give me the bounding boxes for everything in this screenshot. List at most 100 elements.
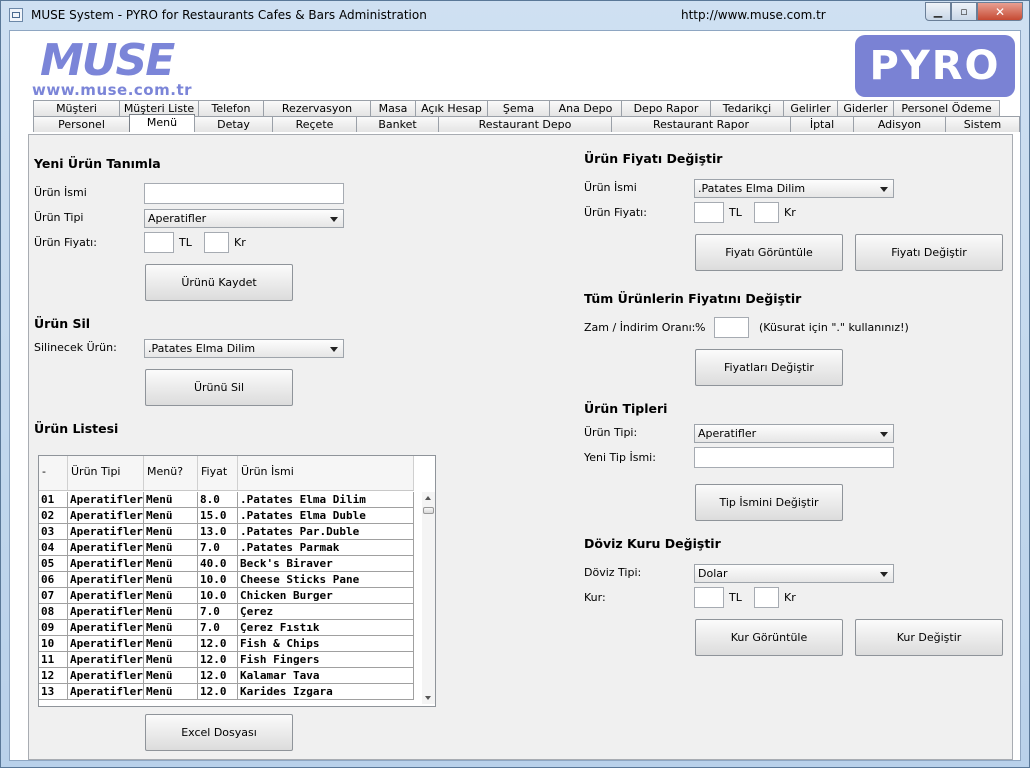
table-cell: 12 — [39, 668, 68, 683]
table-cell: Aperatifler — [70, 572, 144, 587]
change-price-button[interactable]: Fiyatı Değiştir — [855, 234, 1003, 271]
table-row[interactable]: 01 Aperatifler Menü 8.0 .Patates Elma Dilim — [39, 492, 414, 508]
delete-product-label: Silinecek Ürün: — [34, 341, 117, 354]
tab-bar: Müşteri Müşteri Liste Telefon Rezervasyon Ma… — [33, 100, 1020, 134]
tab-müşteri[interactable]: Müşteri — [33, 100, 120, 116]
table-cell: Menü — [144, 620, 198, 635]
rate-hint: (Küsurat için "." kullanınız!) — [759, 321, 909, 334]
table-cell: 06 — [39, 572, 68, 587]
rate-label: Zam / İndirim Oranı: — [584, 321, 696, 334]
minimize-button[interactable]: ▁ — [925, 2, 951, 21]
tab-detay[interactable]: Detay — [194, 116, 273, 132]
table-row[interactable]: 04 Aperatifler Menü 7.0 .Patates Parmak — [39, 540, 414, 556]
table-row[interactable]: 09 Aperatifler Menü 7.0 Çerez Fıstık — [39, 620, 414, 636]
tab-rezervasyon[interactable]: Rezervasyon — [263, 100, 371, 116]
new-type-name-input[interactable] — [694, 447, 894, 468]
tab-banket[interactable]: Banket — [356, 116, 439, 132]
table-cell: Çerez Fıstık — [238, 620, 414, 635]
table-cell: 12.0 — [198, 652, 238, 667]
new-product-type-value: Aperatifler — [148, 212, 207, 225]
percent-label: % — [695, 321, 706, 334]
delete-product-button[interactable]: Ürünü Sil — [145, 369, 293, 406]
scroll-thumb[interactable] — [423, 507, 434, 514]
table-cell: Menü — [144, 684, 198, 699]
maximize-button[interactable]: ▫ — [951, 2, 977, 21]
currency-tl-input[interactable] — [694, 587, 724, 608]
tab-açık-hesap[interactable]: Açık Hesap — [415, 100, 488, 116]
table-cell: Aperatifler — [70, 588, 144, 603]
product-types-title: Ürün Tipleri — [584, 401, 668, 416]
close-button[interactable]: ✕ — [977, 2, 1023, 21]
currency-type-select[interactable]: Dolar — [694, 564, 894, 583]
tab-telefon[interactable]: Telefon — [198, 100, 264, 116]
rate-input[interactable] — [714, 317, 749, 338]
rename-type-button[interactable]: Tip İsmini Değiştir — [695, 484, 843, 521]
table-row[interactable]: 07 Aperatifler Menü 10.0 Chicken Burger — [39, 588, 414, 604]
table-cell: Fish Fingers — [238, 652, 414, 667]
table-cell: Menü — [144, 636, 198, 651]
table-cell: Cheese Sticks Pane — [238, 572, 414, 587]
scroll-down-icon[interactable] — [425, 696, 431, 700]
tab-restaurant-rapor[interactable]: Restaurant Rapor — [611, 116, 791, 132]
tab-masa[interactable]: Masa — [370, 100, 416, 116]
new-product-type-select[interactable]: Aperatifler — [144, 209, 344, 228]
tab-adisyon[interactable]: Adisyon — [853, 116, 946, 132]
change-price-name-select[interactable]: .Patates Elma Dilim — [694, 179, 894, 198]
table-row[interactable]: 06 Aperatifler Menü 10.0 Cheese Sticks Pane — [39, 572, 414, 588]
column-header[interactable]: Ürün Tipi — [68, 456, 144, 490]
table-row[interactable]: 10 Aperatifler Menü 12.0 Fish & Chips — [39, 636, 414, 652]
table-row[interactable]: 03 Aperatifler Menü 13.0 .Patates Par.Duble — [39, 524, 414, 540]
excel-button[interactable]: Excel Dosyası — [145, 714, 293, 751]
tab-şema[interactable]: Şema — [487, 100, 550, 116]
tab-tedarikçi[interactable]: Tedarikçi — [710, 100, 784, 116]
tab-ana-depo[interactable]: Ana Depo — [549, 100, 622, 116]
change-all-prices-button[interactable]: Fiyatları Değiştir — [695, 349, 843, 386]
table-scrollbar[interactable] — [422, 492, 435, 704]
muse-logo: MUSE — [40, 35, 175, 86]
table-cell: Karides Izgara — [238, 684, 414, 699]
new-product-tl-input[interactable] — [144, 232, 174, 253]
column-header[interactable]: Ürün İsmi — [238, 456, 414, 490]
table-row[interactable]: 11 Aperatifler Menü 12.0 Fish Fingers — [39, 652, 414, 668]
column-header[interactable]: Menü? — [144, 456, 198, 490]
table-cell: Kalamar Tava — [238, 668, 414, 683]
table-row[interactable]: 08 Aperatifler Menü 7.0 Çerez — [39, 604, 414, 620]
tab-reçete[interactable]: Reçete — [272, 116, 357, 132]
table-cell: Aperatifler — [70, 540, 144, 555]
table-cell: 12.0 — [198, 684, 238, 699]
new-product-kr-input[interactable] — [204, 232, 229, 253]
table-cell: Aperatifler — [70, 668, 144, 683]
save-product-button[interactable]: Ürünü Kaydet — [145, 264, 293, 301]
view-price-button[interactable]: Fiyatı Görüntüle — [695, 234, 843, 271]
currency-kr-input[interactable] — [754, 587, 779, 608]
title-bar[interactable]: MUSE System - PYRO for Restaurants Cafes… — [1, 1, 1029, 30]
table-cell: 05 — [39, 556, 68, 571]
tab-gelirler[interactable]: Gelirler — [783, 100, 838, 116]
tab-sistem[interactable]: Sistem — [945, 116, 1020, 132]
tab-menü[interactable]: Menü — [129, 114, 195, 132]
view-rate-button[interactable]: Kur Görüntüle — [695, 619, 843, 656]
table-cell: Menü — [144, 588, 198, 603]
scroll-up-icon[interactable] — [425, 496, 431, 500]
table-cell: Menü — [144, 572, 198, 587]
table-row[interactable]: 12 Aperatifler Menü 12.0 Kalamar Tava — [39, 668, 414, 684]
tab-personel[interactable]: Personel — [33, 116, 130, 132]
product-type-select[interactable]: Aperatifler — [694, 424, 894, 443]
change-rate-button[interactable]: Kur Değiştir — [855, 619, 1003, 656]
tab-i-ptal[interactable]: İptal — [790, 116, 854, 132]
table-row[interactable]: 05 Aperatifler Menü 40.0 Beck's Biraver — [39, 556, 414, 572]
table-row[interactable]: 02 Aperatifler Menü 15.0 .Patates Elma Duble — [39, 508, 414, 524]
change-price-kr-input[interactable] — [754, 202, 779, 223]
table-row[interactable]: 13 Aperatifler Menü 12.0 Karides Izgara — [39, 684, 414, 700]
tab-restaurant-depo[interactable]: Restaurant Depo — [438, 116, 612, 132]
table-cell: Aperatifler — [70, 604, 144, 619]
change-price-tl-input[interactable] — [694, 202, 724, 223]
tab-depo-rapor[interactable]: Depo Rapor — [621, 100, 711, 116]
tab-giderler[interactable]: Giderler — [837, 100, 894, 116]
column-header[interactable]: Fiyat — [198, 456, 238, 490]
delete-product-select[interactable]: .Patates Elma Dilim — [144, 339, 344, 358]
new-product-name-input[interactable] — [144, 183, 344, 204]
column-header[interactable]: - — [39, 456, 68, 490]
currency-tl-label: TL — [729, 591, 742, 604]
tab-personel-ödeme[interactable]: Personel Ödeme — [893, 100, 1000, 116]
